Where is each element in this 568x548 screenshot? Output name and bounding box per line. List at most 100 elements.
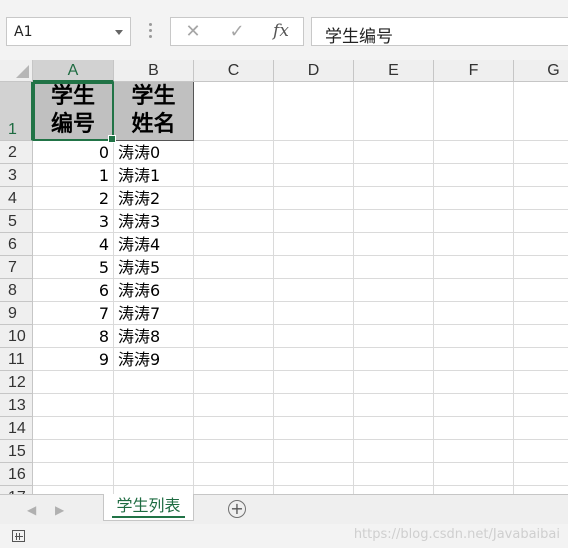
scroll-tabs-left-icon[interactable]: ◀	[27, 503, 36, 517]
cell-f4[interactable]	[434, 187, 514, 210]
cell-g2[interactable]	[514, 141, 568, 164]
cell-f9[interactable]	[434, 302, 514, 325]
cell-d15[interactable]	[274, 440, 354, 463]
cell-e2[interactable]	[354, 141, 434, 164]
cell-g4[interactable]	[514, 187, 568, 210]
cell-g1[interactable]	[514, 82, 568, 141]
cell-b8[interactable]: 涛涛6	[114, 279, 194, 302]
cell-c16[interactable]	[194, 463, 274, 486]
cell-d12[interactable]	[274, 371, 354, 394]
cell-d8[interactable]	[274, 279, 354, 302]
cell-a17[interactable]	[33, 486, 114, 494]
cell-d13[interactable]	[274, 394, 354, 417]
cell-g5[interactable]	[514, 210, 568, 233]
cell-e11[interactable]	[354, 348, 434, 371]
cell-b7[interactable]: 涛涛5	[114, 256, 194, 279]
cell-c4[interactable]	[194, 187, 274, 210]
cell-e10[interactable]	[354, 325, 434, 348]
cell-c3[interactable]	[194, 164, 274, 187]
cell-g15[interactable]	[514, 440, 568, 463]
cell-c11[interactable]	[194, 348, 274, 371]
cell-g14[interactable]	[514, 417, 568, 440]
cell-f12[interactable]	[434, 371, 514, 394]
cell-c2[interactable]	[194, 141, 274, 164]
cell-c12[interactable]	[194, 371, 274, 394]
cell-g3[interactable]	[514, 164, 568, 187]
cell-c8[interactable]	[194, 279, 274, 302]
cell-d6[interactable]	[274, 233, 354, 256]
cell-a2[interactable]: 0	[33, 141, 114, 164]
cell-d16[interactable]	[274, 463, 354, 486]
cell-e1[interactable]	[354, 82, 434, 141]
cell-a6[interactable]: 4	[33, 233, 114, 256]
column-header-e[interactable]: E	[354, 60, 434, 82]
add-sheet-icon[interactable]: +	[228, 500, 246, 518]
formula-input[interactable]: 学生编号	[311, 17, 568, 47]
cell-e14[interactable]	[354, 417, 434, 440]
cell-c15[interactable]	[194, 440, 274, 463]
more-options-icon[interactable]	[149, 21, 153, 43]
cell-f16[interactable]	[434, 463, 514, 486]
row-header-16[interactable]: 16	[0, 463, 33, 486]
row-header-9[interactable]: 9	[0, 302, 33, 325]
cell-f10[interactable]	[434, 325, 514, 348]
cell-e6[interactable]	[354, 233, 434, 256]
cell-b9[interactable]: 涛涛7	[114, 302, 194, 325]
column-header-d[interactable]: D	[274, 60, 354, 82]
column-header-a[interactable]: A	[33, 60, 114, 82]
cell-d9[interactable]	[274, 302, 354, 325]
cell-g13[interactable]	[514, 394, 568, 417]
row-header-1[interactable]: 1	[0, 82, 33, 141]
cell-f5[interactable]	[434, 210, 514, 233]
column-header-f[interactable]: F	[434, 60, 514, 82]
cell-a11[interactable]: 9	[33, 348, 114, 371]
cell-e16[interactable]	[354, 463, 434, 486]
cell-c7[interactable]	[194, 256, 274, 279]
cell-d4[interactable]	[274, 187, 354, 210]
cell-b10[interactable]: 涛涛8	[114, 325, 194, 348]
row-header-17[interactable]: 17	[0, 486, 33, 494]
cell-e12[interactable]	[354, 371, 434, 394]
row-header-8[interactable]: 8	[0, 279, 33, 302]
column-header-c[interactable]: C	[194, 60, 274, 82]
row-header-6[interactable]: 6	[0, 233, 33, 256]
cell-f15[interactable]	[434, 440, 514, 463]
enter-icon[interactable]: ✓	[217, 18, 257, 45]
cancel-icon[interactable]: ✕	[173, 18, 213, 45]
row-header-4[interactable]: 4	[0, 187, 33, 210]
cell-c5[interactable]	[194, 210, 274, 233]
cell-c6[interactable]	[194, 233, 274, 256]
cell-g12[interactable]	[514, 371, 568, 394]
cell-g6[interactable]	[514, 233, 568, 256]
cell-f13[interactable]	[434, 394, 514, 417]
cell-c13[interactable]	[194, 394, 274, 417]
cell-a3[interactable]: 1	[33, 164, 114, 187]
cell-f3[interactable]	[434, 164, 514, 187]
cell-a9[interactable]: 7	[33, 302, 114, 325]
cell-a8[interactable]: 6	[33, 279, 114, 302]
scroll-tabs-right-icon[interactable]: ▶	[55, 503, 64, 517]
cell-c14[interactable]	[194, 417, 274, 440]
cell-a13[interactable]	[33, 394, 114, 417]
insert-function-icon[interactable]: fx	[261, 18, 301, 45]
row-header-12[interactable]: 12	[0, 371, 33, 394]
cell-a4[interactable]: 2	[33, 187, 114, 210]
cell-e4[interactable]	[354, 187, 434, 210]
cell-d11[interactable]	[274, 348, 354, 371]
cell-a14[interactable]	[33, 417, 114, 440]
cell-e8[interactable]	[354, 279, 434, 302]
row-header-7[interactable]: 7	[0, 256, 33, 279]
cell-c10[interactable]	[194, 325, 274, 348]
cell-b1[interactable]: 学生 姓名	[114, 82, 194, 141]
row-header-3[interactable]: 3	[0, 164, 33, 187]
cell-b15[interactable]	[114, 440, 194, 463]
row-header-15[interactable]: 15	[0, 440, 33, 463]
cell-g7[interactable]	[514, 256, 568, 279]
cell-b2[interactable]: 涛涛0	[114, 141, 194, 164]
cell-a15[interactable]	[33, 440, 114, 463]
cell-f7[interactable]	[434, 256, 514, 279]
cell-a5[interactable]: 3	[33, 210, 114, 233]
cell-e17[interactable]	[354, 486, 434, 494]
cell-g11[interactable]	[514, 348, 568, 371]
cell-g16[interactable]	[514, 463, 568, 486]
